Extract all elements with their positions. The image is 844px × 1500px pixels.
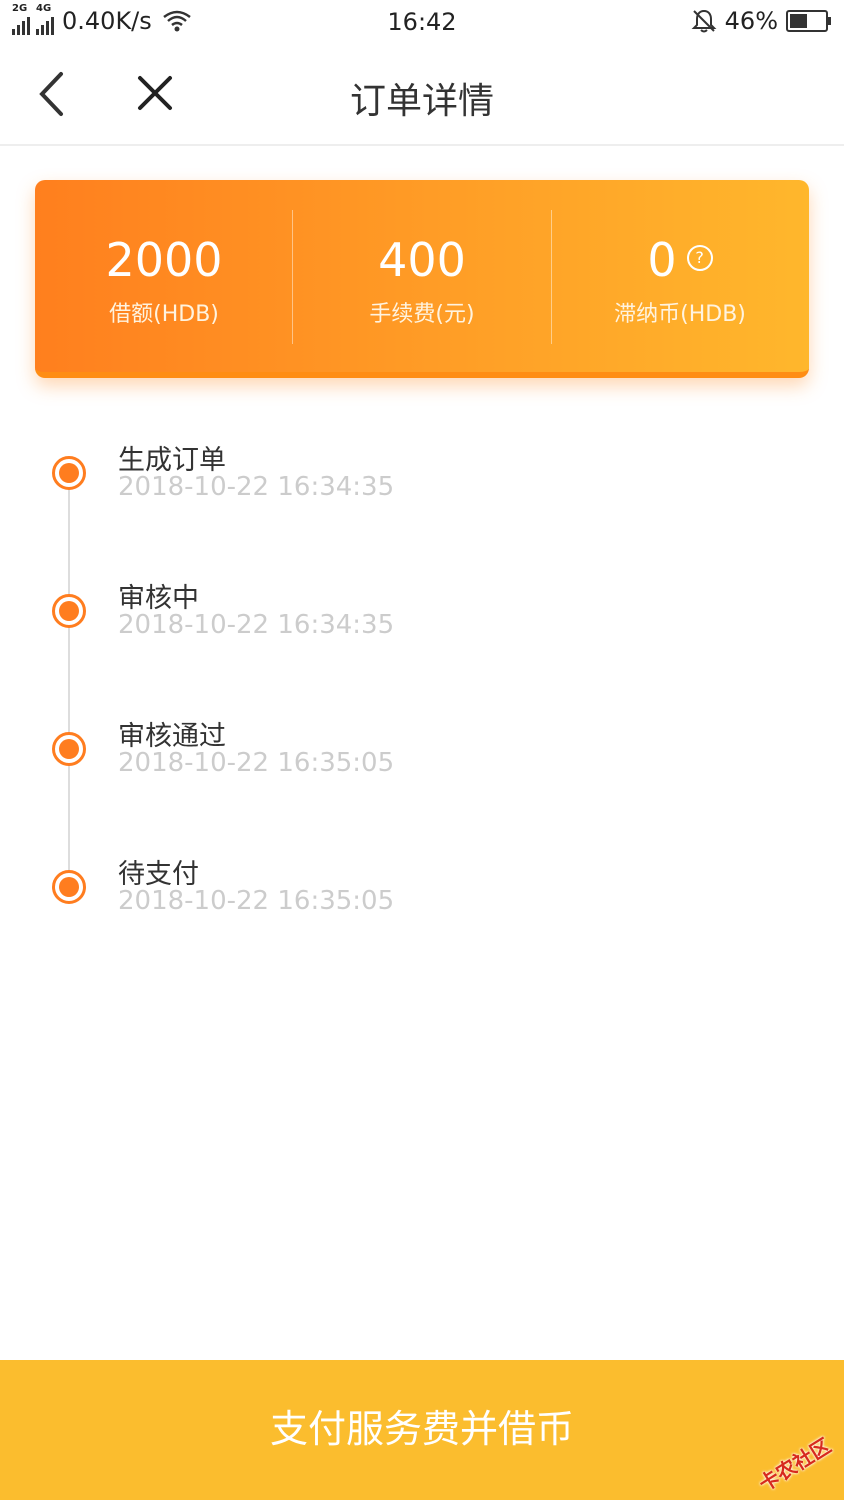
timeline-step: 审核通过 2018-10-22 16:35:05 — [0, 712, 844, 812]
step-time: 2018-10-22 16:34:35 — [118, 610, 395, 640]
status-bar: 2G 4G 0.40K/s 16:42 46% — [0, 0, 844, 44]
battery-icon — [786, 10, 831, 32]
page-title: 订单详情 — [349, 81, 494, 122]
service-fee-value: 400 — [378, 233, 466, 287]
step-time: 2018-10-22 16:34:35 — [118, 472, 395, 502]
bell-muted-icon — [691, 9, 717, 33]
step-dot-icon — [52, 870, 86, 904]
timeline-step: 生成订单 2018-10-22 16:34:35 — [0, 436, 844, 536]
service-fee: 400 手续费(元) — [293, 210, 551, 344]
late-fee-value-row: 0? — [551, 232, 809, 288]
help-icon[interactable]: ? — [686, 244, 713, 271]
loan-summary-card: 2000 借额(HDB) 400 手续费(元) 0? 滞纳币(HDB) — [35, 180, 809, 378]
step-time: 2018-10-22 16:35:05 — [118, 748, 395, 778]
step-dot-icon — [52, 732, 86, 766]
battery-percent: 46% — [724, 7, 778, 35]
loan-amount: 2000 借额(HDB) — [35, 210, 293, 344]
timeline-step: 审核中 2018-10-22 16:34:35 — [0, 574, 844, 674]
step-dot-icon — [52, 456, 86, 490]
loan-amount-label: 借额(HDB) — [109, 302, 219, 327]
timeline-step: 待支付 2018-10-22 16:35:05 — [0, 850, 844, 950]
late-fee: 0? 滞纳币(HDB) — [551, 210, 809, 344]
step-time: 2018-10-22 16:35:05 — [118, 886, 395, 916]
pay-service-fee-button[interactable]: 支付服务费并借币 — [0, 1360, 844, 1500]
late-fee-value: 0 — [647, 233, 677, 287]
service-fee-label: 手续费(元) — [369, 302, 475, 327]
status-right: 46% — [691, 7, 832, 35]
loan-amount-value: 2000 — [105, 233, 223, 287]
step-dot-icon — [52, 594, 86, 628]
nav-bar: 订单详情 — [0, 44, 844, 146]
late-fee-label: 滞纳币(HDB) — [614, 302, 746, 327]
